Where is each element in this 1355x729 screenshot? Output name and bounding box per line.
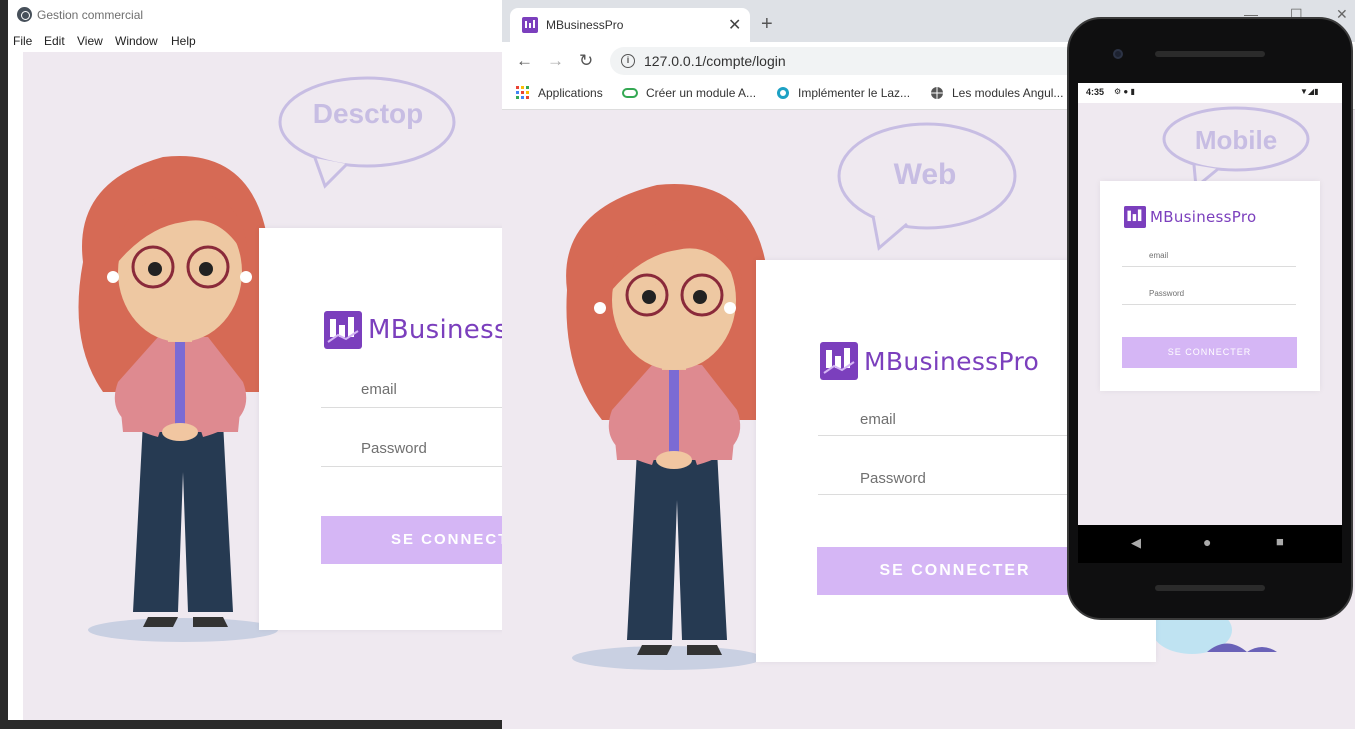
bookmark-creer-module[interactable]: Créer un module A... bbox=[622, 86, 756, 100]
web-brand-text: MBusinessPro bbox=[864, 346, 1040, 376]
menu-view[interactable]: View bbox=[77, 34, 103, 48]
chart-logo-icon bbox=[820, 342, 858, 380]
chart-logo-icon bbox=[324, 311, 362, 349]
bookmark-implementer[interactable]: Implémenter le Laz... bbox=[776, 86, 910, 100]
desktop-password-placeholder: Password bbox=[361, 440, 427, 457]
tab-favicon-icon bbox=[522, 17, 538, 33]
bookmark-modules-angular[interactable]: Les modules Angul... bbox=[930, 86, 1063, 100]
back-icon[interactable]: ← bbox=[516, 51, 533, 71]
desktop-window-title: Gestion commercial bbox=[37, 8, 144, 22]
bookmark-label: Applications bbox=[538, 86, 603, 100]
menu-edit[interactable]: Edit bbox=[44, 34, 65, 48]
nav-back-icon[interactable]: ◀ bbox=[1131, 535, 1141, 551]
nav-home-icon[interactable]: ● bbox=[1203, 534, 1211, 550]
bubble-label-mobile: Mobile bbox=[1194, 125, 1278, 155]
nav-recents-icon[interactable]: ■ bbox=[1276, 534, 1284, 549]
bottom-speaker bbox=[1155, 585, 1265, 591]
bookmark-label: Créer un module A... bbox=[646, 86, 757, 100]
android-nav-bar: ◀ ● ■ bbox=[1078, 525, 1342, 563]
site-info-icon[interactable]: i bbox=[621, 54, 635, 68]
bubble-label-web: Web bbox=[893, 158, 957, 191]
bubble-label-desktop: Desctop bbox=[312, 98, 424, 129]
globe-icon bbox=[931, 87, 943, 99]
speaker-grille bbox=[1155, 51, 1265, 57]
menu-window[interactable]: Window bbox=[115, 34, 158, 48]
menu-help[interactable]: Help bbox=[171, 34, 196, 48]
desktop-password-field[interactable]: Password bbox=[321, 437, 508, 467]
new-tab-icon[interactable]: + bbox=[761, 13, 773, 36]
mobile-email-placeholder: email bbox=[1149, 251, 1169, 260]
web-brand-logo: MBusinessPro bbox=[820, 342, 1039, 380]
web-email-field[interactable]: email bbox=[818, 406, 1068, 436]
mobile-brand-text: MBusinessPro bbox=[1150, 208, 1257, 226]
reload-icon[interactable]: ↻ bbox=[579, 51, 593, 71]
web-password-field[interactable]: Password bbox=[818, 465, 1068, 495]
chart-logo-icon bbox=[1124, 206, 1146, 228]
mobile-login-card: MBusinessPro email Password SE CONNECTER bbox=[1100, 181, 1320, 391]
mobile-email-field[interactable]: email bbox=[1122, 247, 1296, 267]
desktop-title-bar: Gestion commercial bbox=[8, 0, 508, 30]
mobile-login-button[interactable]: SE CONNECTER bbox=[1122, 337, 1297, 368]
speech-bubble-desktop bbox=[278, 76, 456, 189]
desktop-login-page: Desctop MBusiness email Password SE CONN… bbox=[23, 52, 508, 720]
woman-illustration bbox=[78, 156, 278, 642]
status-notification-icons: ⚙ ● ▮ bbox=[1114, 87, 1135, 96]
circle-site-icon bbox=[777, 87, 789, 99]
tab-close-icon[interactable]: ✕ bbox=[728, 15, 741, 35]
phone-screen: 4:35 ⚙ ● ▮ ▼◢▮ Mobile MBusinessPro email bbox=[1078, 83, 1342, 525]
bookmark-label: Implémenter le Laz... bbox=[798, 86, 911, 100]
link-icon bbox=[622, 88, 638, 98]
mobile-brand-logo: MBusinessPro bbox=[1124, 206, 1256, 228]
mobile-password-placeholder: Password bbox=[1149, 289, 1185, 298]
window-close-icon[interactable]: ✕ bbox=[1336, 6, 1348, 23]
status-time: 4:35 bbox=[1086, 87, 1105, 97]
menu-file[interactable]: File bbox=[13, 34, 32, 48]
tab-title: MBusinessPro bbox=[546, 18, 624, 32]
apps-grid-icon bbox=[516, 86, 529, 99]
desktop-app-window: Gestion commercial File Edit View Window… bbox=[8, 0, 508, 720]
desktop-email-placeholder: email bbox=[361, 381, 397, 398]
forward-icon[interactable]: → bbox=[547, 51, 564, 71]
bookmark-label: Les modules Angul... bbox=[952, 86, 1064, 100]
electron-logo-icon bbox=[17, 7, 32, 22]
browser-tab[interactable]: MBusinessPro ✕ bbox=[510, 8, 750, 42]
signal-battery-icons: ▼◢▮ bbox=[1300, 87, 1319, 96]
web-login-button[interactable]: SE CONNECTER bbox=[817, 547, 1093, 595]
web-password-placeholder: Password bbox=[860, 470, 926, 487]
desktop-email-field[interactable]: email bbox=[321, 378, 508, 408]
desktop-login-button[interactable]: SE CONNECT bbox=[321, 516, 508, 564]
desktop-brand-logo: MBusiness bbox=[324, 311, 508, 349]
desktop-menu-bar: File Edit View Window Help bbox=[8, 30, 508, 52]
phone-status-bar: 4:35 ⚙ ● ▮ ▼◢▮ bbox=[1078, 83, 1342, 103]
url-text: 127.0.0.1/compte/login bbox=[644, 53, 786, 69]
web-email-placeholder: email bbox=[860, 411, 896, 428]
desktop-brand-text: MBusiness bbox=[368, 315, 508, 345]
woman-illustration bbox=[566, 184, 774, 670]
camera-icon bbox=[1113, 49, 1123, 59]
desktop-login-card: MBusiness email Password SE CONNECT bbox=[259, 228, 508, 630]
phone-mockup: 4:35 ⚙ ● ▮ ▼◢▮ Mobile MBusinessPro email bbox=[1067, 17, 1353, 620]
bookmark-applications[interactable]: Applications bbox=[516, 86, 603, 100]
mobile-password-field[interactable]: Password bbox=[1122, 285, 1296, 305]
